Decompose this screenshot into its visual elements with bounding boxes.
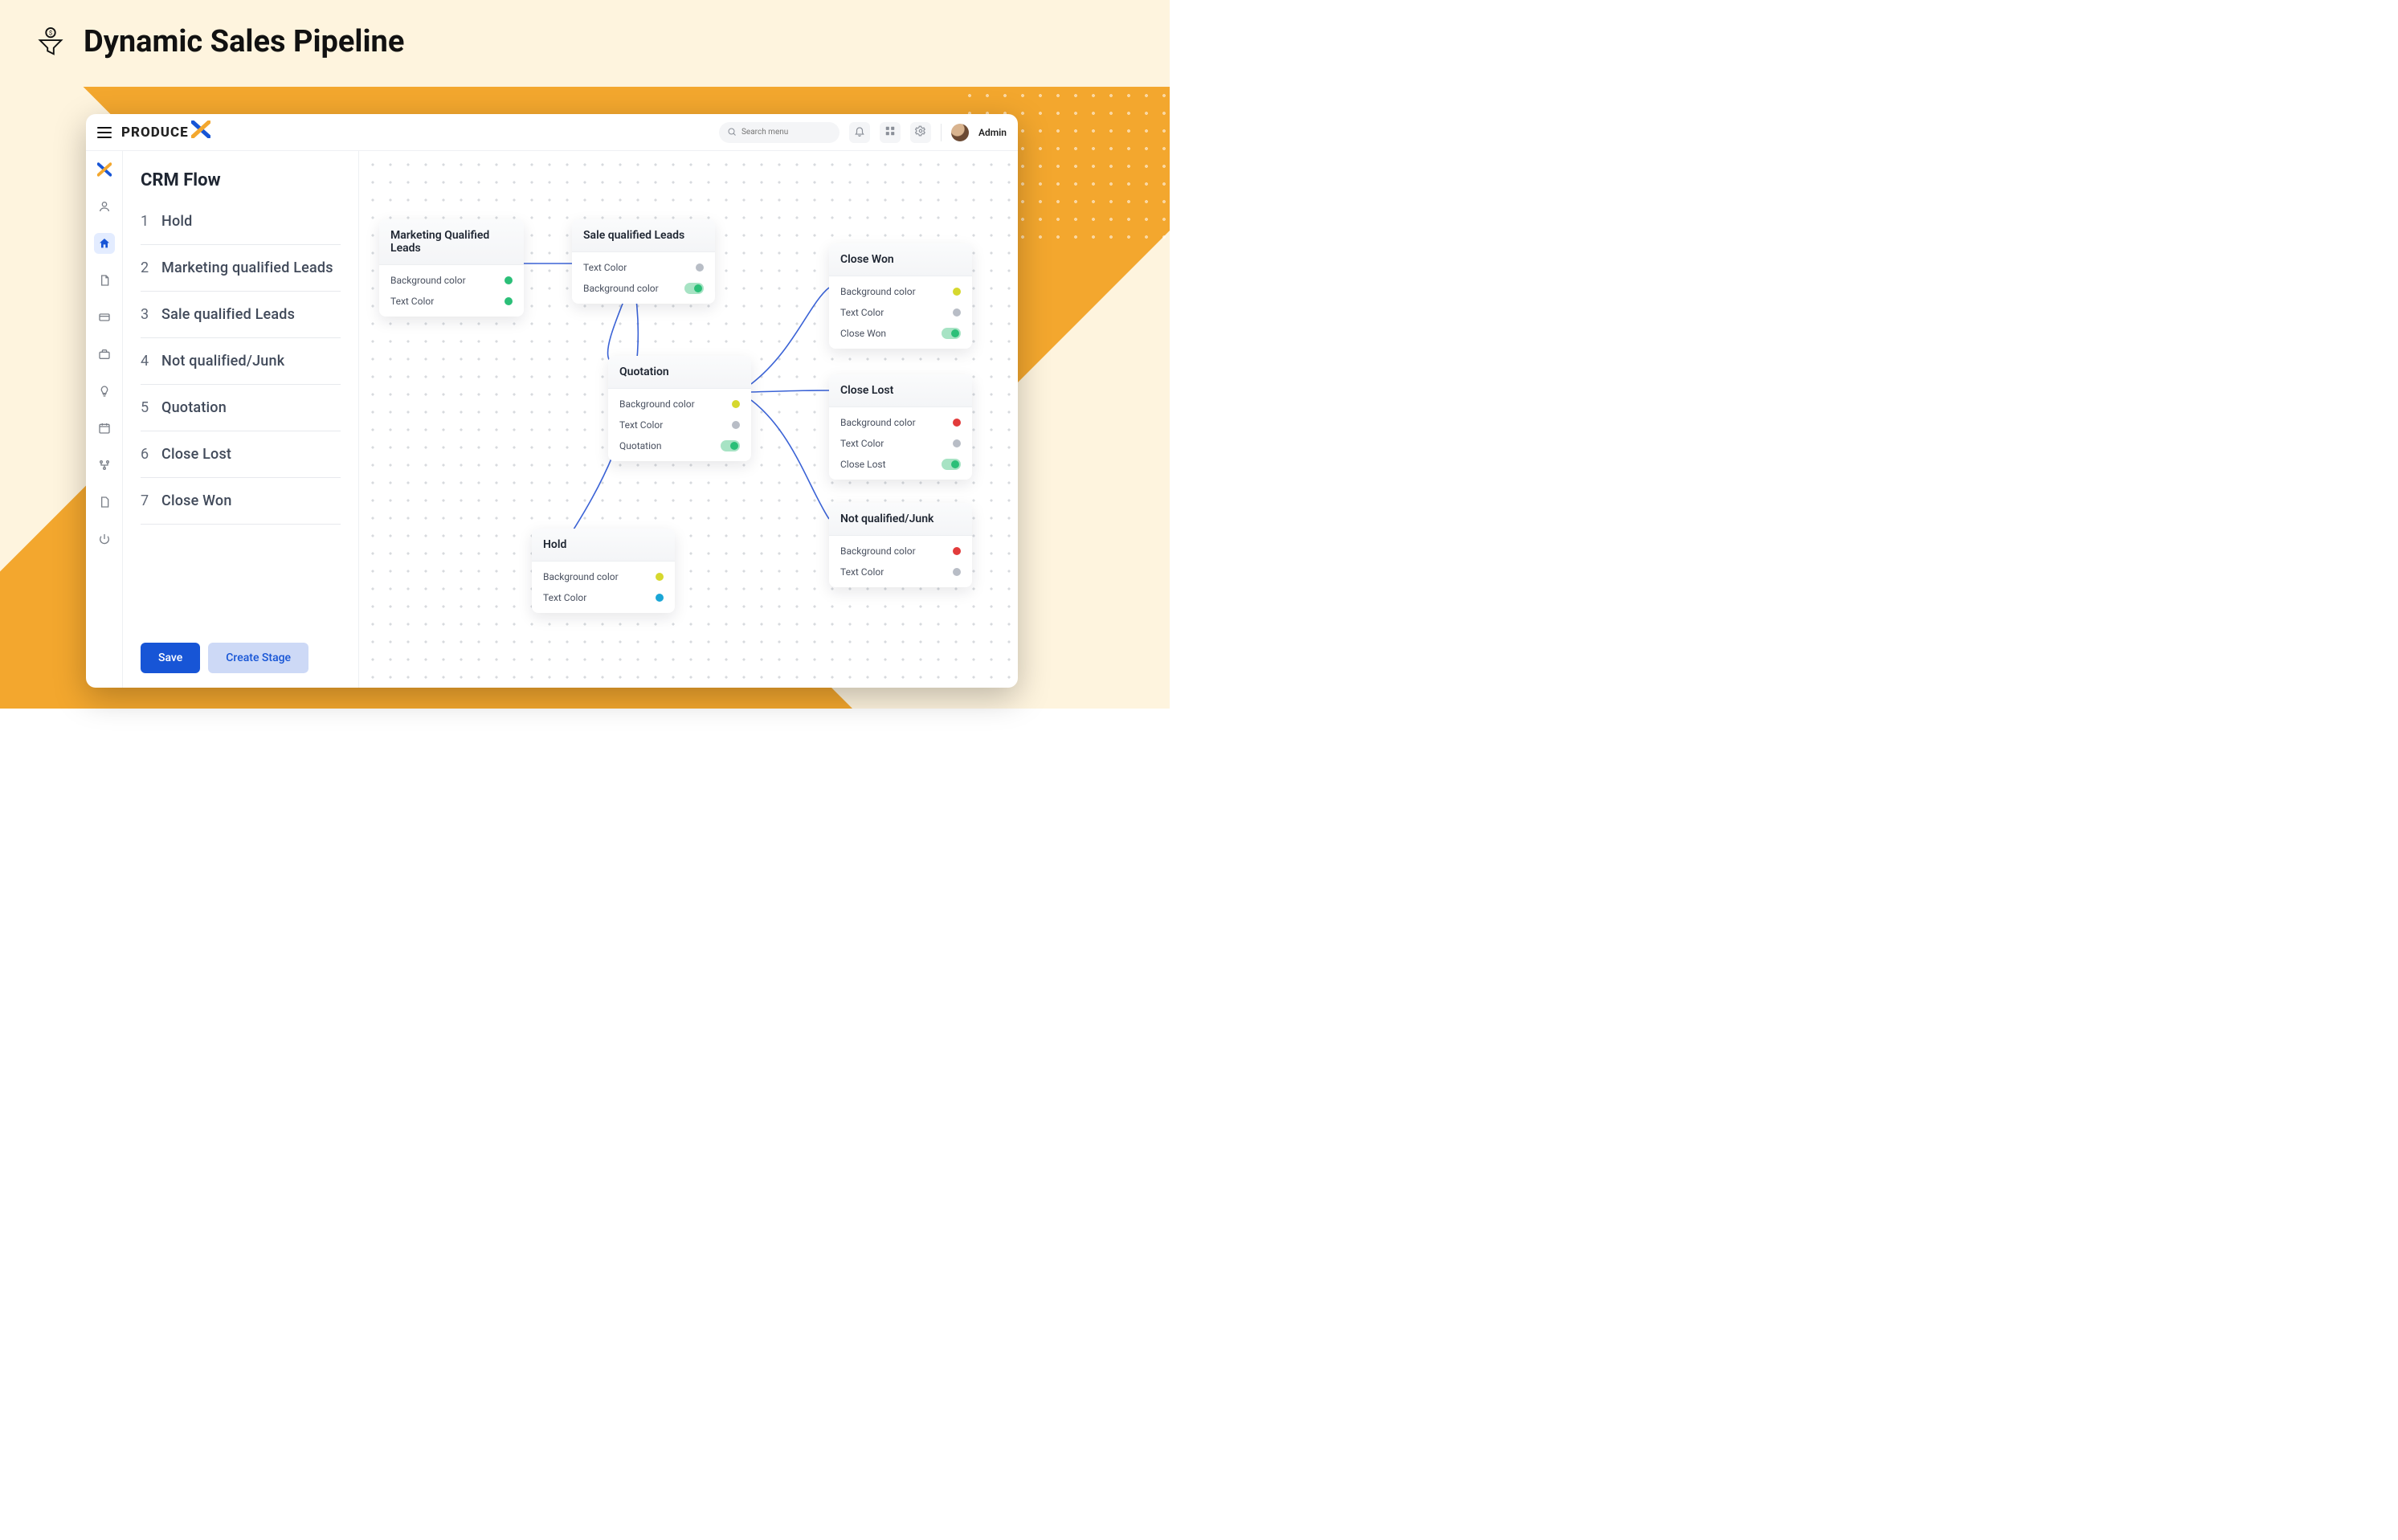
rail-item-power[interactable] xyxy=(94,529,115,549)
prop-close-won[interactable]: Close Won xyxy=(829,323,972,344)
svg-text:$: $ xyxy=(49,29,52,36)
node-title: Not qualified/Junk xyxy=(829,503,972,536)
prop-close-lost[interactable]: Close Lost xyxy=(829,454,972,475)
hero: $ Dynamic Sales Pipeline xyxy=(35,24,404,59)
node-title: Close Won xyxy=(829,243,972,276)
funnel-dollar-icon: $ xyxy=(35,27,66,57)
color-swatch xyxy=(505,276,513,284)
color-swatch xyxy=(953,439,961,447)
panel-actions: Save Create Stage xyxy=(141,643,341,673)
search-icon xyxy=(727,125,737,140)
prop-text-color[interactable]: Text Color xyxy=(829,302,972,323)
rail-item-user[interactable] xyxy=(94,196,115,217)
node-hold[interactable]: Hold Background color Text Color xyxy=(532,529,675,613)
nav-rail xyxy=(86,151,123,688)
rail-item-home[interactable] xyxy=(94,233,115,254)
rail-item-document[interactable] xyxy=(94,270,115,291)
color-swatch xyxy=(696,263,704,272)
node-quotation[interactable]: Quotation Background color Text Color Qu… xyxy=(608,356,751,461)
save-button[interactable]: Save xyxy=(141,643,200,673)
brand-x-icon xyxy=(191,121,210,143)
color-swatch xyxy=(656,573,664,581)
color-swatch xyxy=(953,419,961,427)
prop-background-color[interactable]: Background color xyxy=(829,412,972,433)
topbar: PRODUCE xyxy=(86,114,1018,151)
prop-background-color[interactable]: Background color xyxy=(532,566,675,587)
toggle[interactable] xyxy=(942,459,961,470)
bell-icon xyxy=(854,125,865,140)
node-close-lost[interactable]: Close Lost Background color Text Color C… xyxy=(829,374,972,480)
create-stage-button[interactable]: Create Stage xyxy=(208,643,308,673)
color-swatch xyxy=(732,421,740,429)
prop-quotation[interactable]: Quotation xyxy=(608,435,751,456)
stage-row[interactable]: 1Hold xyxy=(141,205,341,245)
prop-text-color[interactable]: Text Color xyxy=(572,257,715,278)
rail-item-file[interactable] xyxy=(94,492,115,513)
toggle[interactable] xyxy=(721,440,740,451)
node-title: Close Lost xyxy=(829,374,972,407)
stage-row[interactable]: 3Sale qualified Leads xyxy=(141,292,341,338)
prop-background-color[interactable]: Background color xyxy=(829,281,972,302)
color-swatch xyxy=(953,308,961,317)
node-title: Marketing Qualified Leads xyxy=(379,219,524,265)
color-swatch xyxy=(656,594,664,602)
user-avatar[interactable] xyxy=(951,124,969,141)
rail-item-bulb[interactable] xyxy=(94,381,115,402)
stage-row[interactable]: 6Close Lost xyxy=(141,431,341,478)
node-close-won[interactable]: Close Won Background color Text Color Cl… xyxy=(829,243,972,349)
node-title: Hold xyxy=(532,529,675,562)
stage-row[interactable]: 2Marketing qualified Leads xyxy=(141,245,341,292)
grid-icon xyxy=(884,125,896,140)
flow-canvas[interactable]: Marketing Qualified Leads Background col… xyxy=(359,151,1018,688)
rail-logo[interactable] xyxy=(94,159,115,180)
stage-row[interactable]: 4Not qualified/Junk xyxy=(141,338,341,385)
search-input[interactable] xyxy=(741,128,831,137)
topbar-divider xyxy=(941,124,942,141)
stage-row[interactable]: 5Quotation xyxy=(141,385,341,431)
prop-text-color[interactable]: Text Color xyxy=(829,433,972,454)
notifications-button[interactable] xyxy=(849,122,870,143)
toggle[interactable] xyxy=(942,328,961,339)
node-title: Quotation xyxy=(608,356,751,389)
app-window: PRODUCE xyxy=(86,114,1018,688)
rail-item-card[interactable] xyxy=(94,307,115,328)
prop-background-color[interactable]: Background color xyxy=(379,270,524,291)
brand-text: PRODUCE xyxy=(121,125,189,141)
prop-text-color[interactable]: Text Color xyxy=(379,291,524,312)
panel-title: CRM Flow xyxy=(141,170,341,190)
color-swatch xyxy=(953,288,961,296)
node-title: Sale qualified Leads xyxy=(572,219,715,252)
rail-item-flow[interactable] xyxy=(94,455,115,476)
stage-row[interactable]: 7Close Won xyxy=(141,478,341,525)
hero-title: Dynamic Sales Pipeline xyxy=(84,24,404,59)
prop-background-color[interactable]: Background color xyxy=(608,394,751,415)
prop-background-color[interactable]: Background color xyxy=(572,278,715,299)
rail-item-calendar[interactable] xyxy=(94,418,115,439)
color-swatch xyxy=(953,568,961,576)
node-not-qualified-junk[interactable]: Not qualified/Junk Background color Text… xyxy=(829,503,972,587)
color-swatch xyxy=(953,547,961,555)
prop-text-color[interactable]: Text Color xyxy=(608,415,751,435)
stage-list: 1Hold 2Marketing qualified Leads 3Sale q… xyxy=(141,205,341,633)
settings-button[interactable] xyxy=(910,122,931,143)
brand-logo: PRODUCE xyxy=(121,121,210,144)
rail-item-briefcase[interactable] xyxy=(94,344,115,365)
node-sale-qualified-leads[interactable]: Sale qualified Leads Text Color Backgrou… xyxy=(572,219,715,304)
search-box[interactable] xyxy=(719,122,840,143)
prop-text-color[interactable]: Text Color xyxy=(829,562,972,582)
prop-background-color[interactable]: Background color xyxy=(829,541,972,562)
user-name: Admin xyxy=(978,127,1007,138)
crm-flow-panel: CRM Flow 1Hold 2Marketing qualified Lead… xyxy=(123,151,359,688)
gear-icon xyxy=(915,125,926,140)
toggle[interactable] xyxy=(684,283,704,294)
menu-toggle[interactable] xyxy=(97,127,112,138)
apps-button[interactable] xyxy=(880,122,901,143)
color-swatch xyxy=(505,297,513,305)
color-swatch xyxy=(732,400,740,408)
prop-text-color[interactable]: Text Color xyxy=(532,587,675,608)
node-marketing-qualified-leads[interactable]: Marketing Qualified Leads Background col… xyxy=(379,219,524,317)
